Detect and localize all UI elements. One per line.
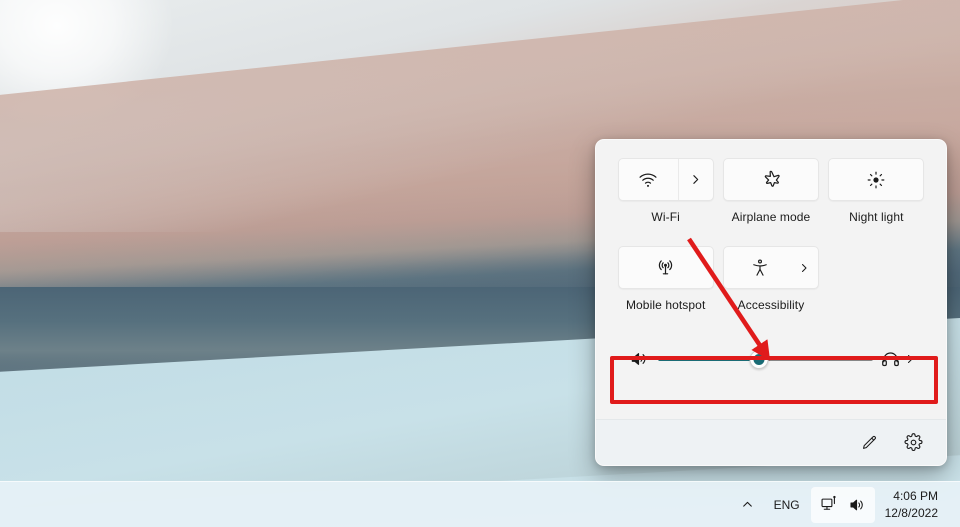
quick-setting-tile-accessibility[interactable] bbox=[722, 246, 819, 289]
taskbar: ENG 4:06 PM 12/8/2022 bbox=[0, 481, 960, 527]
brightness-sun-icon bbox=[866, 170, 886, 190]
tile-slot-mobile-hotspot: Mobile hotspot bbox=[613, 246, 718, 312]
network-display-icon bbox=[820, 495, 839, 514]
quick-setting-tile-night-light[interactable] bbox=[828, 158, 925, 201]
speaker-volume-icon bbox=[629, 349, 649, 369]
tile-row-spacer bbox=[613, 224, 929, 246]
airplane-mode-toggle-button[interactable] bbox=[724, 159, 818, 200]
screen: Wi-Fi Airplane mode Night light Mobile h… bbox=[0, 0, 960, 527]
headphones-icon bbox=[880, 349, 901, 370]
airplane-icon bbox=[760, 169, 781, 190]
show-hidden-icons-button[interactable] bbox=[732, 487, 763, 523]
audio-output-selector[interactable] bbox=[880, 349, 918, 370]
volume-slider[interactable] bbox=[658, 348, 873, 370]
wifi-toggle-button[interactable] bbox=[619, 159, 679, 200]
tile-label-mobile-hotspot: Mobile hotspot bbox=[625, 298, 706, 312]
system-tray: ENG 4:06 PM 12/8/2022 bbox=[732, 482, 960, 527]
quick-settings-panel[interactable]: Wi-Fi Airplane mode Night light Mobile h… bbox=[595, 139, 947, 466]
chevron-up-icon bbox=[741, 498, 754, 511]
tile-label-wifi: Wi-Fi bbox=[651, 210, 680, 224]
language-indicator[interactable]: ENG bbox=[765, 487, 809, 523]
quick-settings-tray-button[interactable] bbox=[810, 486, 875, 523]
quick-settings-tile-row-2: Mobile hotspot Accessibility bbox=[613, 246, 929, 312]
tile-slot-night-light: Night light bbox=[824, 158, 929, 224]
clock-time: 4:06 PM bbox=[893, 489, 938, 504]
quick-settings-body: Wi-Fi Airplane mode Night light Mobile h… bbox=[596, 140, 946, 419]
quick-setting-tile-wifi[interactable] bbox=[617, 158, 714, 201]
tile-label-airplane-mode: Airplane mode bbox=[731, 210, 811, 224]
accessibility-person-icon bbox=[750, 258, 770, 278]
night-light-toggle-button[interactable] bbox=[829, 159, 923, 200]
chevron-right-icon bbox=[689, 173, 702, 186]
accessibility-button[interactable] bbox=[724, 247, 796, 288]
chevron-right-icon bbox=[904, 353, 916, 365]
volume-slider-row[interactable] bbox=[613, 336, 929, 382]
hotspot-broadcast-icon bbox=[655, 257, 676, 278]
tile-slot-wifi: Wi-Fi bbox=[613, 158, 718, 224]
quick-settings-footer bbox=[596, 419, 946, 465]
tile-label-night-light: Night light bbox=[849, 210, 904, 224]
accessibility-expand-button[interactable] bbox=[796, 247, 818, 288]
volume-slider-fill bbox=[658, 357, 760, 361]
mobile-hotspot-toggle-button[interactable] bbox=[619, 247, 713, 288]
pencil-edit-icon bbox=[860, 434, 878, 452]
volume-mute-button[interactable] bbox=[624, 349, 654, 369]
quick-setting-tile-airplane-mode[interactable] bbox=[722, 158, 819, 201]
wifi-icon bbox=[638, 170, 658, 190]
tile-slot-accessibility: Accessibility bbox=[718, 246, 823, 312]
edit-quick-settings-button[interactable] bbox=[856, 430, 882, 456]
speaker-volume-icon bbox=[848, 496, 866, 514]
chevron-right-icon bbox=[798, 262, 810, 274]
clock-button[interactable]: 4:06 PM 12/8/2022 bbox=[877, 485, 948, 525]
quick-setting-tile-mobile-hotspot[interactable] bbox=[617, 246, 714, 289]
volume-slider-thumb[interactable] bbox=[749, 349, 769, 369]
tile-slot-airplane-mode: Airplane mode bbox=[718, 158, 823, 224]
quick-settings-tile-row-1: Wi-Fi Airplane mode Night light bbox=[613, 158, 929, 224]
tile-label-accessibility: Accessibility bbox=[737, 298, 805, 312]
gear-settings-icon bbox=[904, 433, 923, 452]
wifi-expand-button[interactable] bbox=[679, 159, 713, 200]
clock-date: 12/8/2022 bbox=[884, 505, 938, 520]
open-settings-button[interactable] bbox=[900, 430, 926, 456]
